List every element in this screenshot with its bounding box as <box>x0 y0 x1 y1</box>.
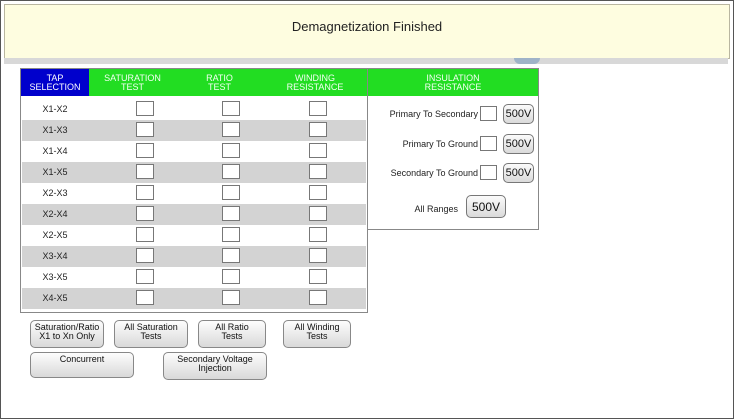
winding-checkbox[interactable] <box>309 248 327 263</box>
tap-label: X1-X5 <box>42 167 68 177</box>
tap-selection-table: TAP SELECTION SATURATION TEST RATIO TEST… <box>20 68 368 313</box>
all-saturation-tests-button[interactable]: All Saturation Tests <box>114 320 188 348</box>
ratio-checkbox[interactable] <box>222 164 240 179</box>
secondary-to-ground-checkbox[interactable] <box>480 165 497 180</box>
winding-checkbox[interactable] <box>309 206 327 221</box>
primary-to-secondary-checkbox[interactable] <box>480 106 497 121</box>
primary-to-ground-row: Primary To Ground 500V <box>368 134 538 154</box>
saturation-checkbox[interactable] <box>136 248 154 263</box>
primary-to-ground-voltage-button[interactable]: 500V <box>503 134 534 154</box>
ratio-checkbox[interactable] <box>222 101 240 116</box>
primary-to-ground-checkbox[interactable] <box>480 136 497 151</box>
divider-strip <box>4 58 728 64</box>
tap-selection-header: TAP SELECTION <box>21 69 89 96</box>
secondary-to-ground-row: Secondary To Ground 500V <box>368 163 538 183</box>
secondary-to-ground-label: Secondary To Ground <box>390 168 478 178</box>
ratio-checkbox[interactable] <box>222 122 240 137</box>
all-winding-tests-button[interactable]: All Winding Tests <box>283 320 351 348</box>
winding-checkbox[interactable] <box>309 227 327 242</box>
secondary-to-ground-voltage-button[interactable]: 500V <box>503 163 534 183</box>
table-row: X2-X4 <box>22 204 366 225</box>
table-row: X4-X5 <box>22 288 366 309</box>
table-row: X1-X5 <box>22 162 366 183</box>
all-ranges-label: All Ranges <box>414 204 458 214</box>
table-row: X3-X5 <box>22 267 366 288</box>
table-row: X2-X3 <box>22 183 366 204</box>
ratio-checkbox[interactable] <box>222 143 240 158</box>
saturation-checkbox[interactable] <box>136 185 154 200</box>
status-banner: Demagnetization Finished <box>4 4 730 59</box>
tap-label: X3-X4 <box>42 251 68 261</box>
winding-checkbox[interactable] <box>309 143 327 158</box>
winding-checkbox[interactable] <box>309 185 327 200</box>
ratio-checkbox[interactable] <box>222 290 240 305</box>
tap-label: X1-X3 <box>42 125 68 135</box>
tap-label: X1-X4 <box>42 146 68 156</box>
saturation-checkbox[interactable] <box>136 290 154 305</box>
ratio-checkbox[interactable] <box>222 206 240 221</box>
tap-label: X4-X5 <box>42 293 68 303</box>
all-ranges-row: All Ranges 500V <box>368 195 538 219</box>
concurrent-button[interactable]: Concurrent <box>30 352 134 378</box>
table-row: X1-X2 <box>22 99 366 120</box>
tap-label: X1-X2 <box>42 104 68 114</box>
saturation-checkbox[interactable] <box>136 101 154 116</box>
table-row: X1-X3 <box>22 120 366 141</box>
primary-to-secondary-voltage-button[interactable]: 500V <box>503 104 534 124</box>
saturation-checkbox[interactable] <box>136 164 154 179</box>
primary-to-secondary-label: Primary To Secondary <box>389 109 478 119</box>
winding-resistance-header[interactable]: WINDING RESISTANCE <box>263 69 367 96</box>
saturation-ratio-only-button[interactable]: Saturation/Ratio X1 to Xn Only <box>30 320 104 348</box>
winding-checkbox[interactable] <box>309 269 327 284</box>
table-row: X1-X4 <box>22 141 366 162</box>
saturation-checkbox[interactable] <box>136 269 154 284</box>
ratio-checkbox[interactable] <box>222 227 240 242</box>
table-row: X2-X5 <box>22 225 366 246</box>
saturation-test-header[interactable]: SATURATION TEST <box>89 69 176 96</box>
table-row: X3-X4 <box>22 246 366 267</box>
ratio-checkbox[interactable] <box>222 269 240 284</box>
saturation-checkbox[interactable] <box>136 206 154 221</box>
winding-checkbox[interactable] <box>309 122 327 137</box>
status-banner-text: Demagnetization Finished <box>291 19 443 34</box>
secondary-voltage-injection-button[interactable]: Secondary Voltage Injection <box>163 352 267 380</box>
tap-label: X2-X5 <box>42 230 68 240</box>
saturation-checkbox[interactable] <box>136 122 154 137</box>
tap-label: X2-X4 <box>42 209 68 219</box>
saturation-checkbox[interactable] <box>136 227 154 242</box>
ratio-checkbox[interactable] <box>222 248 240 263</box>
all-ratio-tests-button[interactable]: All Ratio Tests <box>198 320 266 348</box>
tap-label: X2-X3 <box>42 188 68 198</box>
ratio-checkbox[interactable] <box>222 185 240 200</box>
winding-checkbox[interactable] <box>309 290 327 305</box>
primary-to-secondary-row: Primary To Secondary 500V <box>368 104 538 124</box>
tap-label: X3-X5 <box>42 272 68 282</box>
insulation-resistance-panel: INSULATION RESISTANCE Primary To Seconda… <box>367 68 539 230</box>
ratio-test-header[interactable]: RATIO TEST <box>176 69 263 96</box>
primary-to-ground-label: Primary To Ground <box>402 139 478 149</box>
saturation-checkbox[interactable] <box>136 143 154 158</box>
all-ranges-voltage-button[interactable]: 500V <box>466 195 506 218</box>
splitter-handle[interactable] <box>514 58 540 64</box>
insulation-resistance-header: INSULATION RESISTANCE <box>368 69 538 96</box>
winding-checkbox[interactable] <box>309 164 327 179</box>
winding-checkbox[interactable] <box>309 101 327 116</box>
